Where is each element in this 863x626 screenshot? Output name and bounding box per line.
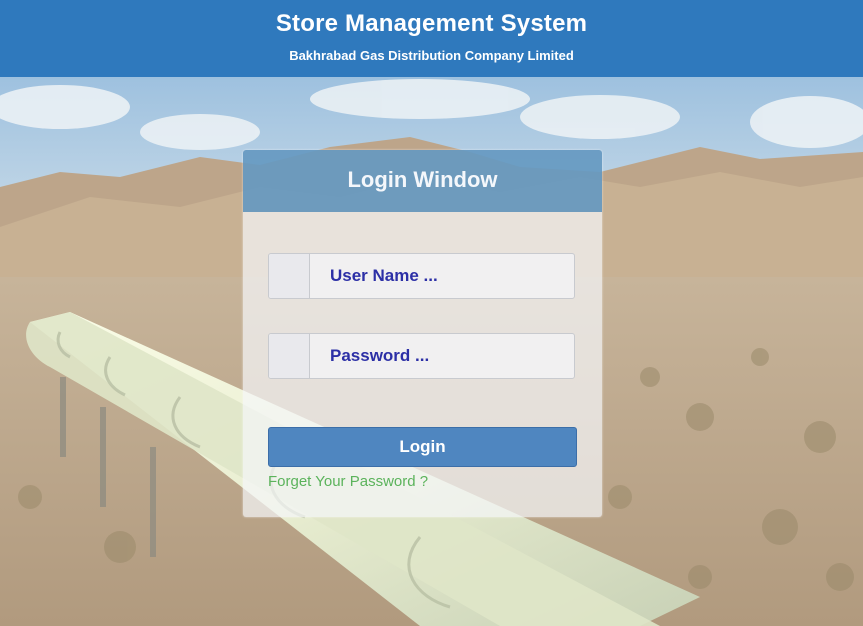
app-header: Store Management System Bakhrabad Gas Di… — [0, 0, 863, 77]
login-window-title: Login Window — [243, 150, 602, 212]
login-page: Store Management System Bakhrabad Gas Di… — [0, 0, 863, 626]
username-field — [268, 253, 575, 299]
lock-icon — [269, 334, 310, 378]
login-button[interactable]: Login — [268, 427, 577, 467]
password-field — [268, 333, 575, 379]
login-panel: Login Window Login Forget Your Password … — [243, 150, 602, 517]
company-name: Bakhrabad Gas Distribution Company Limit… — [289, 48, 574, 63]
app-title: Store Management System — [275, 10, 588, 37]
username-input[interactable] — [310, 254, 570, 298]
forgot-password-link[interactable]: Forget Your Password ? — [268, 473, 428, 490]
password-input[interactable] — [310, 334, 570, 378]
user-icon — [269, 254, 310, 298]
